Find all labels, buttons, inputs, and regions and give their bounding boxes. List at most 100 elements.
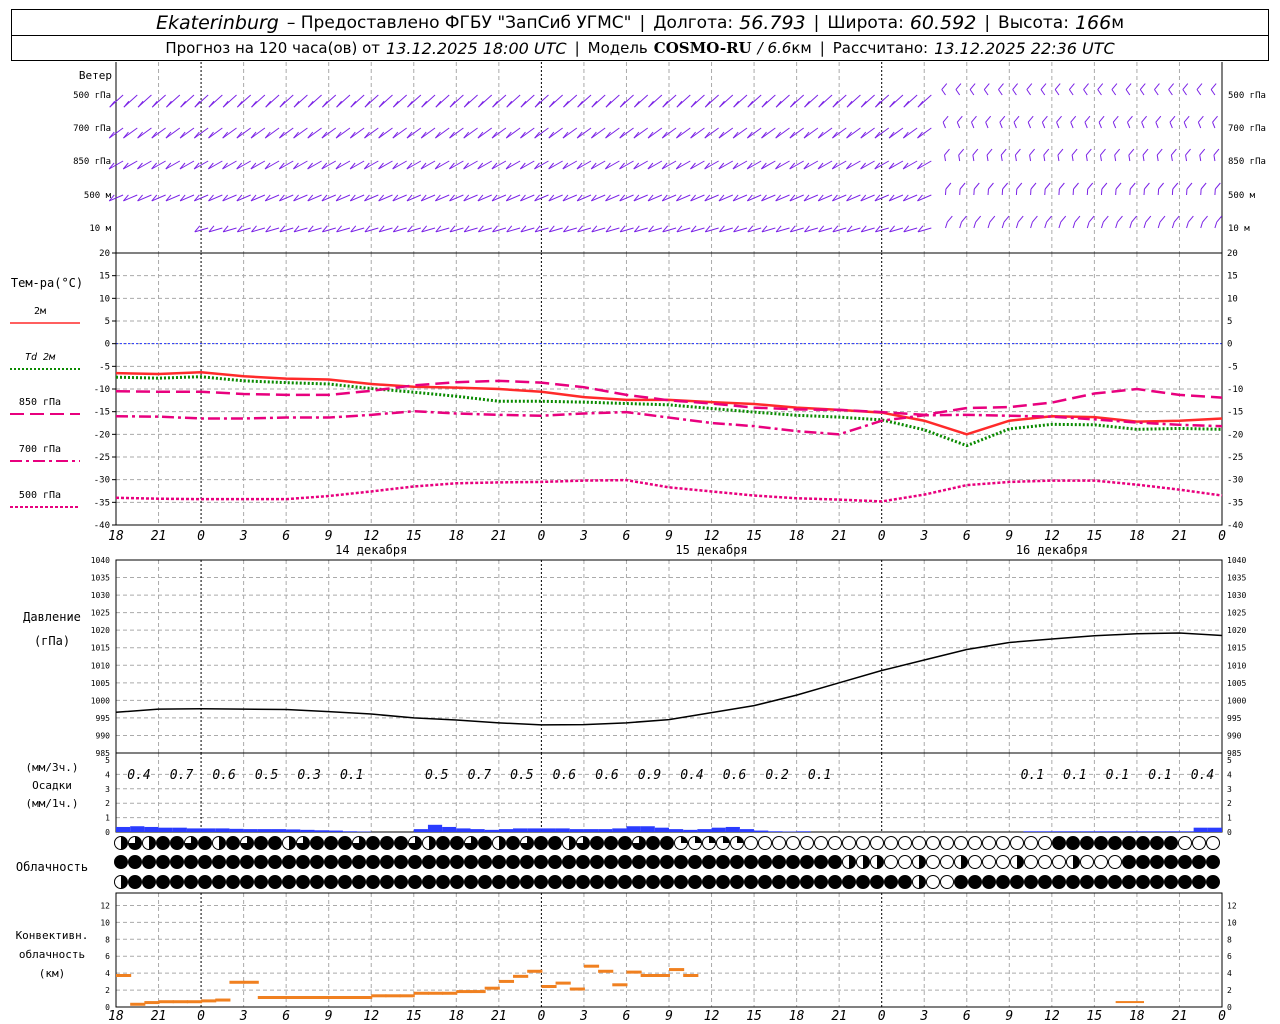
wind-barb	[633, 160, 648, 170]
hour-label: 0	[878, 529, 886, 544]
wind-barb	[222, 127, 237, 139]
wind-barb-flag	[775, 100, 782, 108]
wind-barb-flag	[662, 100, 669, 108]
conv-ytick-left: 8	[105, 935, 110, 944]
cloud-cover-fill	[170, 836, 184, 850]
wind-barb	[1126, 122, 1131, 129]
cloud-cover-fill	[1122, 855, 1136, 869]
cloud-cover-fill	[1192, 855, 1206, 869]
wind-barb	[1199, 154, 1202, 162]
temp-legend-label: 2м	[34, 306, 46, 317]
precip-bar	[739, 829, 755, 832]
wind-barb	[955, 89, 961, 96]
wind-barb-flag	[1154, 83, 1160, 90]
cloud-cover-fill	[562, 875, 576, 889]
cloud-cover-fill	[219, 836, 226, 850]
hour-label: 21	[831, 529, 847, 544]
day-label: 15 декабря	[675, 543, 747, 557]
precip-bar	[229, 828, 244, 832]
wind-level-label-left: 10 м	[89, 224, 111, 234]
conv-ytick-left: 6	[105, 952, 110, 961]
wind-barb-flag	[1074, 215, 1081, 223]
cloud-cover-fill	[590, 836, 604, 850]
cloud-cover-fill	[1150, 875, 1164, 889]
wind-barb-flag	[1100, 148, 1106, 156]
precip-3h-total: 0.4	[127, 768, 150, 783]
pressure-ytick-left: 1030	[91, 591, 110, 600]
cloud-cover-icon	[954, 836, 968, 850]
wind-barb	[1214, 221, 1218, 229]
wind-barb-flag	[633, 100, 640, 108]
cloud-cover-icon	[926, 855, 940, 869]
conv-title-1: Конвективн.	[16, 929, 89, 942]
cloud-cover-fill	[660, 855, 674, 869]
wind-barb	[1057, 154, 1060, 162]
wind-barb	[307, 160, 322, 170]
wind-barb-flag	[942, 115, 949, 123]
wind-barb	[987, 221, 991, 229]
cloud-cover-fill	[1073, 855, 1080, 869]
cloud-cover-icon	[1094, 855, 1108, 869]
precip-bar	[144, 826, 159, 832]
wind-barb-flag	[972, 148, 979, 156]
conv-title-3: (км)	[39, 967, 66, 980]
precip-bar	[1151, 831, 1166, 832]
precip-bar	[342, 831, 358, 832]
wind-barb-flag	[846, 100, 853, 108]
precip-bar	[598, 829, 613, 832]
cloud-cover-icon	[744, 836, 758, 850]
cloud-cover-fill	[1052, 836, 1066, 850]
wind-barb-flag	[506, 100, 513, 108]
wind-barb	[761, 160, 776, 170]
precip-ytick-left: 0	[105, 828, 110, 837]
wind-barb-flag	[534, 100, 541, 108]
cloud-cover-fill	[534, 836, 548, 850]
temp-legend-label: 500 гПа	[19, 490, 61, 501]
wind-barb-flag	[1083, 83, 1089, 90]
wind-barb-flag	[194, 100, 201, 108]
wind-barb	[1143, 221, 1147, 229]
wind-barb	[690, 127, 705, 139]
wind-barb-flag	[1003, 215, 1010, 223]
cloud-cover-fill	[506, 855, 520, 869]
hour-label-bottom: 12	[704, 1009, 720, 1024]
wind-barb-flag	[1031, 215, 1038, 223]
conv-bar	[498, 979, 515, 983]
wind-barb-flag	[1156, 148, 1163, 156]
cloud-cover-fill	[464, 855, 478, 869]
wind-barb-flag	[1169, 115, 1176, 123]
hour-label-bottom: 12	[1044, 1009, 1060, 1024]
wind-barb-flag	[1040, 83, 1047, 90]
wind-barb	[1044, 221, 1048, 229]
precip-bar	[1193, 827, 1208, 832]
wind-barb	[1142, 154, 1145, 162]
hour-label-bottom: 6	[623, 1009, 631, 1024]
wind-barb-flag	[999, 115, 1006, 123]
wind-barb-flag	[1068, 83, 1075, 90]
precip-bar	[1122, 831, 1137, 832]
cloud-cover-fill	[1136, 855, 1150, 869]
wind-barb	[704, 127, 719, 139]
cloud-cover-fill	[632, 855, 646, 869]
cloud-cover-fill	[478, 836, 492, 850]
wind-barb	[406, 127, 422, 139]
wind-barb	[1026, 89, 1031, 96]
cloud-cover-fill	[1136, 875, 1150, 889]
hour-label: 6	[963, 529, 971, 544]
wind-barb-flag	[1197, 115, 1204, 123]
wind-barb-flag	[520, 100, 527, 108]
cloud-cover-fill	[324, 855, 338, 869]
hour-label: 21	[1172, 529, 1188, 544]
hour-label-bottom: 3	[239, 1009, 248, 1024]
wind-barb	[647, 127, 663, 139]
wind-barb-flag	[1213, 148, 1220, 156]
hour-label-bottom: 15	[1087, 1009, 1103, 1024]
wind-barb-flag	[1054, 83, 1061, 90]
wind-barb-flag	[492, 100, 498, 108]
wind-barb-flag	[1097, 83, 1104, 90]
wind-barb	[222, 160, 237, 170]
precip-3h-total: 0.1	[340, 768, 363, 783]
wind-barb	[944, 154, 946, 162]
wind-barb-flag	[1117, 215, 1123, 223]
wind-barb	[165, 160, 181, 170]
